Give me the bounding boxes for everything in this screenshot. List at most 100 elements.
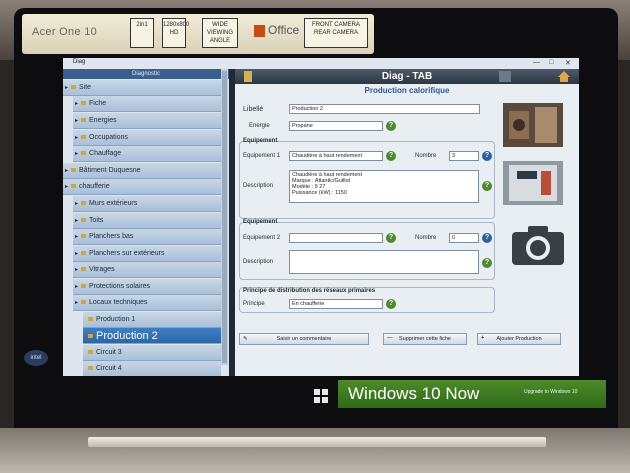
principe-section: Principe de distribution des réseaux pri… [243, 288, 376, 294]
tree-item[interactable]: ▸ Murs extérieurs [73, 196, 221, 212]
tree-item[interactable]: ▸ Chauffage [73, 146, 221, 162]
folder-icon [81, 101, 87, 106]
windows-10-sticker: Windows 10 Now Upgrade to Windows 10 [338, 380, 606, 408]
laptop-base [0, 428, 630, 473]
nombre-1-input[interactable]: 3 [449, 151, 479, 161]
folder-icon [81, 284, 87, 289]
folder-icon [81, 118, 87, 123]
principe-label: Principe [243, 301, 265, 307]
tree-item[interactable]: ▸ Fiche [73, 96, 221, 112]
expand-arrow-icon[interactable]: ▸ [75, 101, 78, 107]
camera-icon[interactable] [510, 223, 566, 267]
minus-icon: — [387, 335, 393, 341]
description-1-textarea[interactable]: Chaudière à haut rendement Marque : Atla… [289, 170, 479, 203]
close-button[interactable]: ✕ [565, 59, 571, 67]
tree-item[interactable]: ▸ chaufferie [63, 179, 221, 195]
folder-icon [71, 85, 77, 90]
expand-arrow-icon[interactable]: ▸ [75, 118, 78, 124]
tree-item-label: Planchers bas [89, 233, 134, 240]
minimize-button[interactable]: — [533, 59, 540, 66]
back-icon[interactable] [499, 71, 511, 82]
tree-item[interactable]: ▸ Bâtiment Duquesne [63, 163, 221, 179]
tree-item[interactable]: ▸ Planchers sur extérieurs [73, 246, 221, 262]
scrollbar-thumb[interactable] [222, 71, 227, 363]
expand-arrow-icon[interactable]: ▸ [75, 151, 78, 157]
nombre-2-input[interactable]: 0 [449, 233, 479, 243]
energie-help-icon[interactable]: ? [386, 121, 396, 131]
form-subtitle: Production calorifique [364, 86, 450, 95]
tree-item[interactable]: ▸ Toits [73, 213, 221, 229]
expand-arrow-icon[interactable]: ▸ [75, 284, 78, 290]
equipement-1-label: Equipement 1 [243, 153, 281, 159]
tree-item[interactable]: ▸ Planchers bas [73, 229, 221, 245]
tree-item[interactable]: Production 2 [83, 328, 221, 344]
equipement-1-section: Equipement [243, 138, 278, 144]
intel-sticker: intel [24, 350, 48, 366]
tree-item[interactable]: ▸ Energies [73, 113, 221, 129]
comment-button[interactable]: ✎ Saisir un commentaire [239, 333, 369, 345]
left-panel: Diagnostic ▸ Site ▸ Fiche ▸ Energies ▸ Occupati… [63, 69, 229, 376]
tree-scrollbar[interactable] [221, 69, 228, 365]
description-2-label: Description [243, 259, 274, 265]
add-button[interactable]: + Ajouter Production [477, 333, 561, 345]
window-title: Diag [73, 59, 86, 65]
energie-select[interactable]: Propane [289, 121, 383, 131]
badge-camera: FRONT CAMERA REAR CAMERA [304, 18, 368, 48]
tree-item[interactable]: ▸ Occupations [73, 130, 221, 146]
folder-icon [71, 168, 77, 173]
expand-arrow-icon[interactable]: ▸ [65, 85, 68, 91]
windows-logo-icon [314, 389, 328, 403]
tree-item[interactable]: Circuit 3 [83, 345, 221, 361]
tree-item[interactable]: ▸ Site [63, 80, 221, 96]
expand-arrow-icon[interactable]: ▸ [65, 184, 68, 190]
tree-item-label: Circuit 4 [96, 365, 122, 372]
tree-item-label: Locaux techniques [89, 299, 148, 306]
libelle-input[interactable]: Production 2 [289, 104, 480, 114]
energie-label: Energie [249, 123, 270, 129]
equipement-1-input[interactable]: Chaudière à haut rendement [289, 151, 383, 161]
tree-item-label: Production 2 [96, 330, 158, 342]
tree-item[interactable]: ▸ Protections solaires [73, 279, 221, 295]
folder-icon [81, 135, 87, 140]
expand-arrow-icon[interactable]: ▸ [75, 267, 78, 273]
tree-item-label: Toits [89, 217, 104, 224]
office-icon [254, 24, 265, 37]
expand-arrow-icon[interactable]: ▸ [75, 300, 78, 306]
tree-item-label: Fiche [89, 100, 107, 107]
tree-item[interactable]: ▸ Vitrages [73, 262, 221, 278]
laptop-hinge [88, 437, 546, 447]
nombre-1-help-icon[interactable]: ? [482, 151, 492, 161]
nombre-2-help-icon[interactable]: ? [482, 233, 492, 243]
folder-icon [88, 350, 93, 355]
description-2-help-icon[interactable]: ? [482, 258, 492, 268]
expand-arrow-icon[interactable]: ▸ [65, 168, 68, 174]
equipement-2-input[interactable] [289, 233, 383, 243]
tree-item[interactable]: Circuit 4 [83, 361, 221, 376]
delete-button[interactable]: — Supprimer cette fiche [383, 333, 467, 345]
principe-select[interactable]: En chaufferie [289, 299, 383, 309]
description-1-help-icon[interactable]: ? [482, 181, 492, 191]
expand-arrow-icon[interactable]: ▸ [75, 135, 78, 141]
folder-icon [81, 251, 87, 256]
tree-item[interactable]: Production 1 [83, 312, 221, 328]
home-icon[interactable] [557, 70, 571, 83]
tree-item[interactable]: ▸ Locaux techniques [73, 295, 221, 311]
expand-arrow-icon[interactable]: ▸ [75, 251, 78, 257]
spec-sticker-bar: Acer One 10 2in1 1280x800 HD WIDE VIEWIN… [22, 14, 374, 54]
maximize-button[interactable]: □ [549, 59, 553, 66]
photo-thumbnail-2[interactable] [503, 161, 563, 205]
description-2-textarea[interactable] [289, 250, 479, 274]
folder-icon [88, 366, 93, 371]
tree-item-label: Vitrages [89, 266, 115, 273]
expand-arrow-icon[interactable]: ▸ [75, 234, 78, 240]
folder-icon [81, 151, 87, 156]
brand-label: Acer One 10 [32, 26, 98, 38]
equipement-1-help-icon[interactable]: ? [386, 151, 396, 161]
nombre-2-label: Nombre [415, 235, 437, 241]
tree-item-label: Planchers sur extérieurs [89, 250, 165, 257]
photo-thumbnail-1[interactable] [503, 103, 563, 147]
principe-help-icon[interactable]: ? [386, 299, 396, 309]
expand-arrow-icon[interactable]: ▸ [75, 201, 78, 207]
equipement-2-help-icon[interactable]: ? [386, 233, 396, 243]
expand-arrow-icon[interactable]: ▸ [75, 218, 78, 224]
